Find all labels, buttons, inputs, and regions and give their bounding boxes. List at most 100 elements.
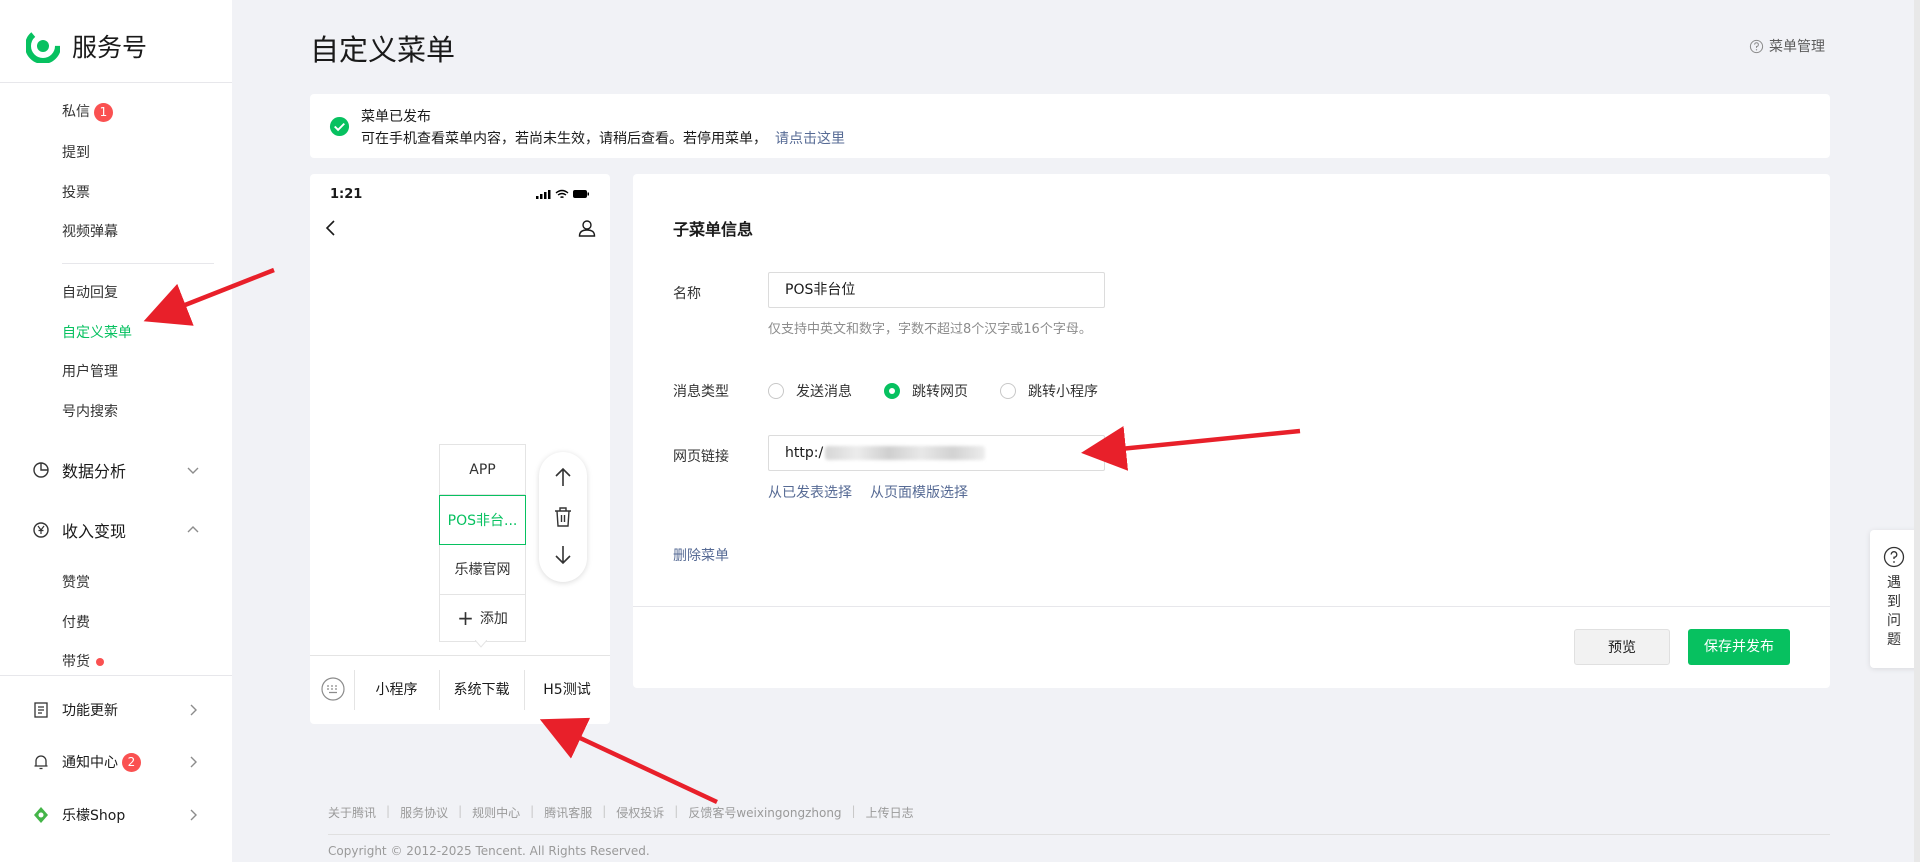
chevron-right-icon [190, 756, 197, 768]
type-label: 消息类型 [673, 384, 729, 400]
footer-link[interactable]: 服务协议 [400, 804, 448, 821]
phone-preview: 1:21 APP POS非台... 乐檬官网 + 添加 小程序 系统下载 H5测… [310, 174, 610, 724]
divider [0, 675, 232, 676]
submenu-edit-panel: 子菜单信息 名称 POS非台位 仅支持中英文和数字，字数不超过8个汉字或16个字… [633, 174, 1830, 688]
radio-circle [768, 383, 784, 399]
sidebar-group-feature-update[interactable]: 功能更新 [32, 698, 200, 722]
footer-links: 关于腾讯 | 服务协议 | 规则中心 | 腾讯客服 | 侵权投诉 | 反馈客号weixin… [328, 804, 914, 821]
sidebar-item-video-danmaku[interactable]: 视频弹幕 [62, 222, 118, 242]
bell-icon [34, 755, 48, 770]
move-down-icon[interactable] [553, 544, 573, 566]
menu-name-input[interactable]: POS非台位 [768, 272, 1105, 308]
chevron-right-icon [190, 704, 197, 716]
select-from-template-link[interactable]: 从页面模版选择 [870, 482, 968, 502]
popup-pointer [475, 640, 487, 648]
sidebar-group-notification-center[interactable]: 通知中心 2 [32, 750, 200, 774]
chevron-down-icon [187, 467, 199, 474]
radio-circle-checked [884, 383, 900, 399]
footer-link[interactable]: 反馈客号weixingongzhong [688, 804, 841, 821]
messages-badge: 1 [94, 102, 113, 122]
sidebar-item-paid[interactable]: 付费 [62, 613, 90, 633]
status-bar-icons [536, 189, 589, 199]
pie-chart-icon [33, 462, 49, 478]
sidebar-item-custom-menu[interactable]: 自定义菜单 [62, 323, 132, 343]
back-arrow-icon[interactable] [324, 218, 338, 238]
blurred-url [825, 446, 986, 460]
menu-manage-link[interactable]: 菜单管理 [1749, 36, 1825, 56]
annotation-arrow-menubar [539, 717, 718, 805]
plus-icon: + [457, 606, 474, 630]
question-circle-icon [1883, 546, 1905, 568]
delete-menu-link[interactable]: 删除菜单 [673, 545, 729, 565]
trash-icon[interactable] [553, 506, 573, 528]
radio-jump-webpage[interactable]: 跳转网页 [884, 381, 968, 401]
submenu-item-pos[interactable]: POS非台... [439, 495, 526, 545]
service-account-logo-icon [26, 29, 60, 63]
update-doc-icon [34, 702, 48, 718]
save-publish-button[interactable]: 保存并发布 [1688, 629, 1790, 665]
submenu-item-website[interactable]: 乐檬官网 [440, 545, 525, 595]
preview-button[interactable]: 预览 [1574, 629, 1670, 665]
disable-menu-link[interactable]: 请点击这里 [775, 131, 845, 147]
divider [62, 263, 214, 264]
brand-name: 服务号 [72, 33, 148, 62]
shop-logo-icon [34, 807, 48, 823]
sidebar-item-votes[interactable]: 投票 [62, 183, 90, 203]
menu-bar-item-h5[interactable]: H5测试 [524, 670, 610, 710]
chevron-up-icon [187, 526, 199, 533]
name-label: 名称 [673, 286, 701, 302]
sidebar-item-messages[interactable]: 私信 1 [62, 102, 113, 122]
notice-title: 菜单已发布 [361, 109, 431, 125]
url-label: 网页链接 [673, 449, 729, 465]
notice-body: 可在手机查看菜单内容，若尚未生效，请稍后查看。若停用菜单， 请点击这里 [361, 131, 845, 147]
sidebar-item-auto-reply[interactable]: 自动回复 [62, 283, 118, 303]
radio-send-message[interactable]: 发送消息 [768, 381, 852, 401]
footer-link[interactable]: 腾讯客服 [544, 804, 592, 821]
publish-notice: 菜单已发布 可在手机查看菜单内容，若尚未生效，请稍后查看。若停用菜单， 请点击这里 [310, 94, 1830, 158]
question-circle-icon [1749, 39, 1764, 53]
submenu-item-app[interactable]: APP [440, 445, 525, 495]
footer-link[interactable]: 规则中心 [472, 804, 520, 821]
panel-title: 子菜单信息 [673, 220, 754, 239]
move-up-icon[interactable] [553, 466, 573, 488]
panel-divider [633, 606, 1830, 607]
menu-bar-item-miniprogram[interactable]: 小程序 [354, 670, 439, 710]
sidebar: 服务号 私信 1 提到 投票 视频弹幕 自动回复 自定义菜单 用户管理 号内搜索… [0, 0, 232, 862]
help-float-button[interactable]: 遇到问题 [1870, 530, 1920, 668]
radio-jump-miniprogram[interactable]: 跳转小程序 [1000, 381, 1098, 401]
footer-divider [328, 834, 1830, 835]
keyboard-icon[interactable] [320, 676, 346, 702]
footer-link[interactable]: 关于腾讯 [328, 804, 376, 821]
menu-bar-item-download[interactable]: 系统下载 [439, 670, 524, 710]
submenu-toolbar [539, 452, 587, 582]
phone-time: 1:21 [330, 187, 363, 202]
add-submenu-button[interactable]: + 添加 [440, 595, 525, 641]
success-check-icon [329, 116, 350, 137]
sidebar-group-shop[interactable]: 乐檬Shop [32, 803, 200, 827]
footer-link[interactable]: 侵权投诉 [616, 804, 664, 821]
page-title: 自定义菜单 [310, 33, 456, 67]
name-hint: 仅支持中英文和数字，字数不超过8个汉字或16个字母。 [768, 322, 1092, 337]
commerce-dot [96, 658, 104, 666]
sidebar-item-mentions[interactable]: 提到 [62, 143, 90, 163]
user-profile-icon[interactable] [578, 218, 596, 238]
sidebar-item-commerce[interactable]: 带货 [62, 652, 104, 672]
submenu-popup: APP POS非台... 乐檬官网 + 添加 [439, 444, 526, 642]
radio-circle [1000, 383, 1016, 399]
message-type-radio-group: 发送消息 跳转网页 跳转小程序 [768, 381, 1130, 401]
help-text: 遇到问题 [1887, 575, 1901, 648]
footer-link[interactable]: 上传日志 [866, 804, 914, 821]
sidebar-item-user-management[interactable]: 用户管理 [62, 362, 118, 382]
sidebar-group-income[interactable]: 收入变现 [32, 518, 200, 542]
page-scrollbar[interactable] [1914, 0, 1920, 862]
sidebar-item-in-account-search[interactable]: 号内搜索 [62, 402, 118, 422]
phone-menu-bar: 小程序 系统下载 H5测试 [310, 655, 610, 724]
sidebar-item-appreciation[interactable]: 赞赏 [62, 573, 90, 593]
webpage-url-input[interactable]: http:/ [768, 435, 1105, 471]
select-from-published-link[interactable]: 从已发表选择 [768, 482, 852, 502]
divider [0, 82, 232, 83]
brand[interactable]: 服务号 [26, 28, 147, 64]
chevron-right-icon [190, 809, 197, 821]
sidebar-group-data-analysis[interactable]: 数据分析 [32, 458, 200, 482]
notification-badge: 2 [122, 752, 141, 772]
